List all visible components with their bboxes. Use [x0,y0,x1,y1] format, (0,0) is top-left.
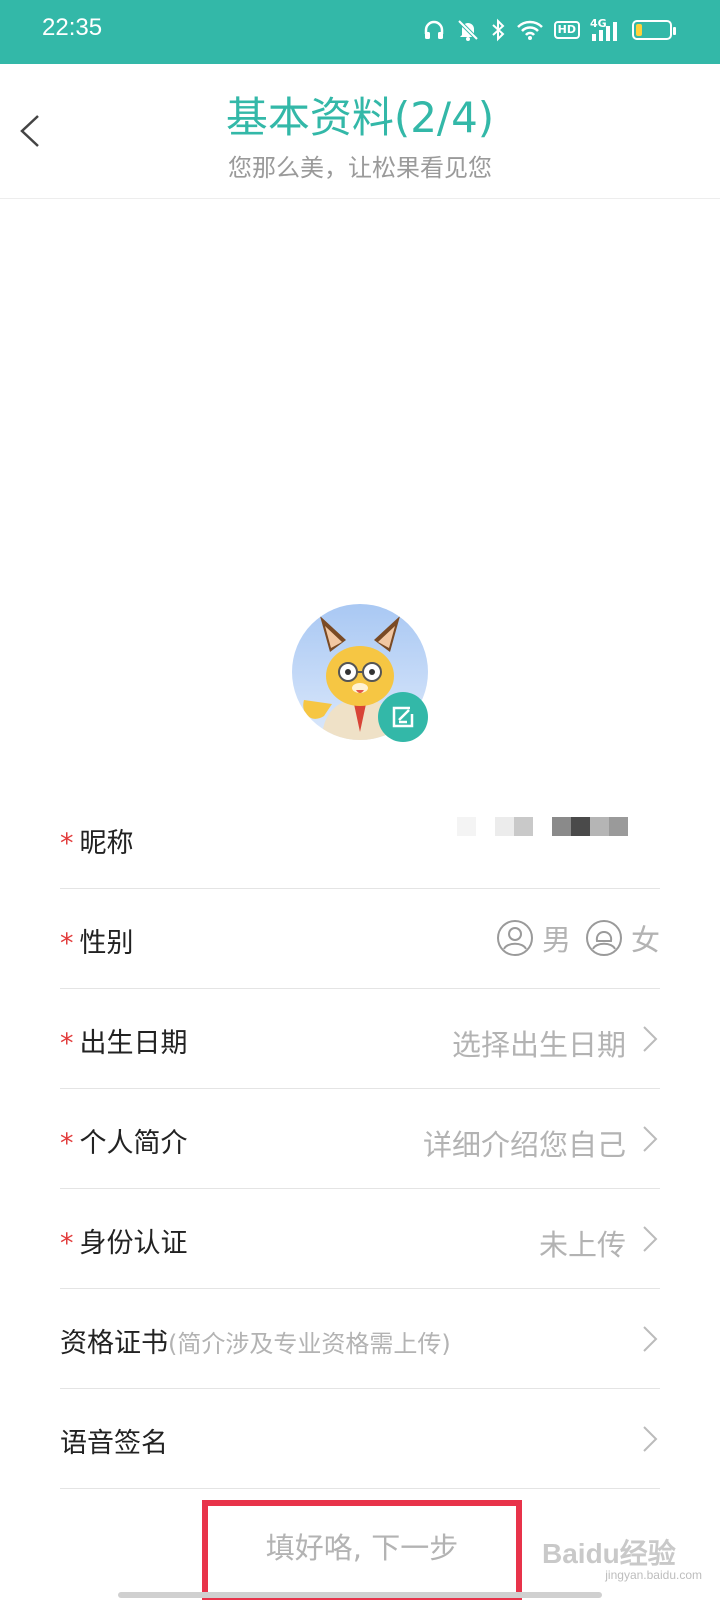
headphones-icon [424,20,443,39]
watermark-url: jingyan.baidu.com [605,1568,702,1582]
male-avatar-icon [496,920,533,956]
nickname-row[interactable]: * 昵称 [60,789,660,889]
voice-signature-label: 语音签名 [60,1421,168,1460]
battery-icon [632,20,676,40]
certificate-label-text: 资格证书 [60,1328,168,1359]
birth-date-value: 选择出生日期 [451,1028,626,1062]
status-icons: HD 4G [422,18,676,42]
page-subtitle: 您那么美，让松果看见您 [228,154,492,182]
birth-date-label-text: 出生日期 [79,1028,188,1059]
gender-options: 男 女 [496,917,660,959]
intro-value: 详细介绍您自己 [422,1128,626,1162]
identity-row[interactable]: * 身份认证 未上传 [60,1189,660,1289]
required-mark: * [60,1028,74,1059]
edit-icon [392,706,414,728]
chevron-right-icon [643,1126,658,1152]
birth-date-row[interactable]: * 出生日期 选择出生日期 [60,989,660,1089]
home-indicator[interactable] [118,1592,602,1598]
status-bar: 22:35 HD 4G [0,0,720,64]
avatar-container [292,604,428,742]
bell-muted-icon [457,19,479,41]
next-button-highlight: 填好咯, 下一步 [202,1500,522,1600]
required-mark: * [60,1228,74,1259]
certificate-row[interactable]: 资格证书(简介涉及专业资格需上传) [60,1289,660,1389]
battery-level [636,24,642,36]
chevron-right-icon [643,1026,658,1052]
edit-avatar-button[interactable] [378,692,428,742]
wifi-icon [516,20,543,40]
header: 基本资料(2/4) 您那么美，让松果看见您 [0,64,720,199]
gender-row: * 性别 男 女 [60,889,660,989]
required-mark: * [60,828,74,859]
identity-label: * 身份认证 [60,1221,188,1260]
female-avatar-icon [585,920,622,956]
identity-value: 未上传 [538,1228,626,1262]
certificate-hint: (简介涉及专业资格需上传) [168,1330,451,1358]
nickname-label-text: 昵称 [79,828,134,859]
intro-label-text: 个人简介 [79,1128,188,1159]
bluetooth-icon [491,18,505,42]
4g-signal-icon: 4G [590,18,622,42]
nickname-label: * 昵称 [60,821,134,860]
gender-label-text: 性别 [79,928,134,959]
birth-date-label: * 出生日期 [60,1021,188,1060]
intro-row[interactable]: * 个人简介 详细介绍您自己 [60,1089,660,1189]
required-mark: * [60,928,74,959]
voice-signature-label-text: 语音签名 [60,1428,168,1459]
certificate-label: 资格证书(简介涉及专业资格需上传) [60,1321,451,1360]
gender-label: * 性别 [60,921,134,960]
status-time: 22:35 [42,14,103,41]
chevron-right-icon [643,1326,658,1352]
profile-form: * 昵称 * 性别 男 女 * 出生日期 选择出生日期 * 个人简介 详细介绍您… [60,789,660,1489]
gender-female-label: 女 [630,923,660,957]
chevron-right-icon [643,1226,658,1252]
gender-male-label: 男 [541,923,571,957]
gender-option-female[interactable]: 女 [585,917,660,959]
required-mark: * [60,1128,74,1159]
gender-option-male[interactable]: 男 [496,917,571,959]
watermark: Baidu经验 jingyan.baidu.com [542,1532,702,1582]
identity-label-text: 身份认证 [79,1228,188,1259]
nickname-value-masked[interactable] [457,817,628,836]
chevron-right-icon [643,1426,658,1452]
next-step-button[interactable]: 填好咯, 下一步 [208,1506,516,1586]
watermark-logo: Baidu经验 [542,1538,676,1569]
hd-icon: HD [553,21,580,39]
page-title: 基本资料(2/4) [225,93,495,142]
voice-signature-row[interactable]: 语音签名 [60,1389,660,1489]
intro-label: * 个人简介 [60,1121,188,1160]
